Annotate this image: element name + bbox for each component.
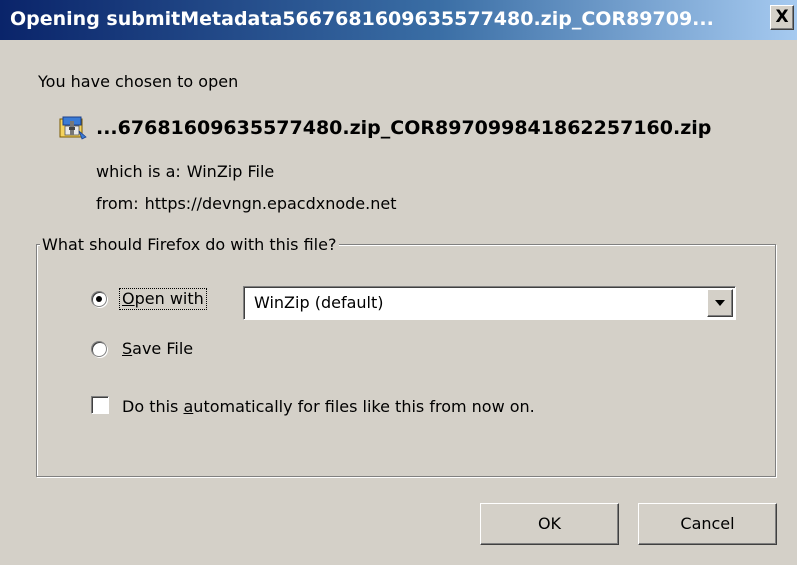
file-type-value: WinZip File [186, 162, 275, 181]
winzip-file-icon [59, 116, 87, 140]
file-name: ...67681609635577480.zip_COR897099841862… [96, 117, 712, 139]
chevron-down-icon [715, 300, 725, 306]
intro-text: You have chosen to open [38, 72, 239, 91]
file-source-value: https://devngn.epacdxnode.net [144, 194, 397, 213]
action-group-label: What should Firefox do with this file? [40, 235, 340, 255]
dropdown-button[interactable] [707, 289, 733, 317]
open-with-radio[interactable] [91, 291, 107, 307]
save-file-label[interactable]: Save File [122, 339, 193, 359]
cancel-button[interactable]: Cancel [638, 503, 777, 545]
close-icon: X [775, 7, 789, 27]
window-title: Opening submitMetadata566768160963557748… [10, 8, 714, 30]
auto-checkbox-label[interactable]: Do this automatically for files like thi… [122, 397, 535, 417]
title-bar[interactable]: Opening submitMetadata566768160963557748… [0, 0, 797, 40]
save-file-accel: S [122, 339, 133, 358]
auto-accel: a [183, 397, 194, 416]
file-type-row: which is a: WinZip File [96, 162, 274, 182]
auto-checkbox[interactable] [91, 396, 109, 414]
open-with-app-value: WinZip (default) [254, 293, 384, 312]
radio-selected-dot [96, 296, 102, 302]
open-with-accel: O [122, 289, 135, 308]
ok-button[interactable]: OK [480, 503, 619, 545]
action-groupbox [36, 244, 776, 477]
file-source-label: from: [96, 194, 139, 213]
file-type-label: which is a: [96, 162, 181, 181]
open-with-label[interactable]: Open with [119, 288, 207, 310]
file-source-row: from: https://devngn.epacdxnode.net [96, 194, 396, 214]
save-file-radio[interactable] [91, 341, 107, 357]
close-button[interactable]: X [770, 5, 794, 30]
open-with-select[interactable]: WinZip (default) [243, 286, 736, 320]
